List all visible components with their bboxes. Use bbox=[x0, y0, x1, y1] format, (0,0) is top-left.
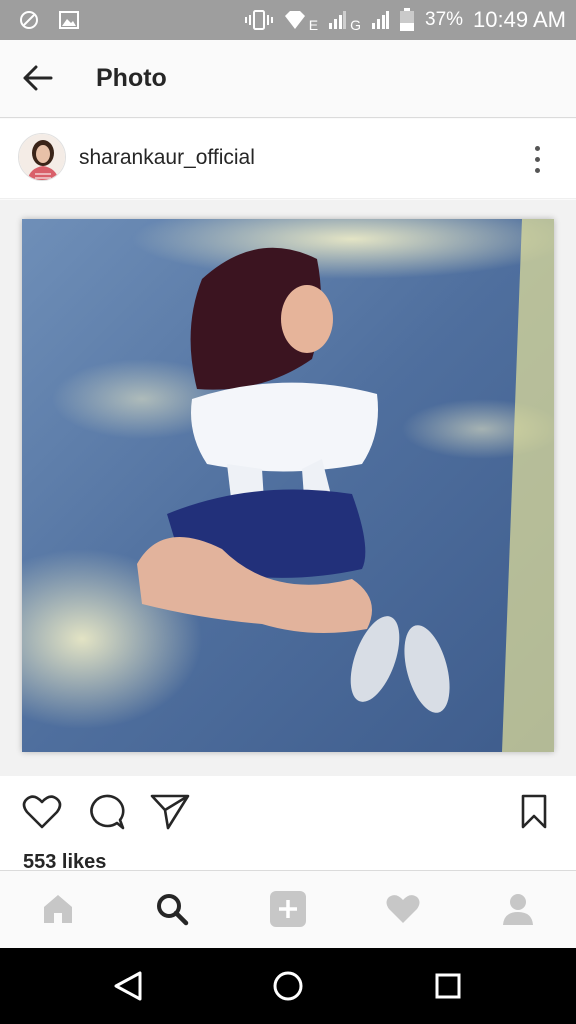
gallery-notification-icon bbox=[58, 9, 80, 31]
paper-plane-icon bbox=[150, 793, 190, 836]
status-bar: E G 37% 10:49 AM bbox=[0, 0, 576, 40]
back-button[interactable] bbox=[20, 62, 56, 98]
more-options-button[interactable] bbox=[522, 141, 552, 177]
post-actions: 553 likes bbox=[0, 776, 576, 873]
comment-button[interactable] bbox=[84, 792, 128, 836]
search-icon bbox=[155, 892, 189, 931]
signal-icon bbox=[328, 9, 347, 31]
diamond-icon bbox=[283, 9, 307, 31]
nav-search[interactable] bbox=[150, 889, 194, 933]
signal-icon bbox=[371, 9, 390, 31]
photo-area bbox=[0, 200, 576, 776]
nav-profile[interactable] bbox=[496, 889, 540, 933]
comment-bubble-icon bbox=[87, 793, 125, 836]
vibrate-icon bbox=[244, 9, 273, 31]
add-square-icon bbox=[269, 890, 307, 933]
network-type-e: E bbox=[308, 17, 319, 33]
save-button[interactable] bbox=[512, 792, 556, 836]
square-recents-icon bbox=[434, 972, 462, 1005]
post-photo[interactable] bbox=[22, 219, 554, 752]
username[interactable]: sharankaur_official bbox=[79, 146, 255, 170]
system-recents-button[interactable] bbox=[426, 966, 470, 1010]
like-button[interactable] bbox=[20, 792, 64, 836]
page-title: Photo bbox=[96, 64, 167, 92]
system-navigation-bar bbox=[0, 948, 576, 1024]
more-vertical-icon bbox=[534, 145, 540, 151]
triangle-back-icon bbox=[113, 970, 143, 1007]
battery-icon bbox=[399, 8, 415, 32]
bookmark-icon bbox=[520, 794, 548, 835]
nav-activity[interactable] bbox=[381, 889, 425, 933]
nav-add[interactable] bbox=[266, 889, 310, 933]
battery-level: 37% bbox=[425, 9, 464, 30]
system-back-button[interactable] bbox=[106, 966, 150, 1010]
app-header: Photo bbox=[0, 40, 576, 118]
circle-home-icon bbox=[272, 970, 304, 1007]
avatar[interactable] bbox=[18, 133, 66, 181]
bottom-navigation bbox=[0, 870, 576, 948]
system-home-button[interactable] bbox=[266, 966, 310, 1010]
data-saver-icon bbox=[18, 9, 40, 31]
home-icon bbox=[41, 893, 75, 930]
arrow-left-icon bbox=[23, 65, 53, 96]
share-button[interactable] bbox=[148, 792, 192, 836]
clock: 10:49 AM bbox=[473, 7, 566, 32]
profile-icon bbox=[501, 892, 535, 931]
network-type-g: G bbox=[350, 17, 362, 33]
nav-home[interactable] bbox=[36, 889, 80, 933]
heart-filled-icon bbox=[385, 893, 421, 930]
post-header: sharankaur_official bbox=[0, 119, 576, 199]
heart-outline-icon bbox=[22, 794, 62, 835]
